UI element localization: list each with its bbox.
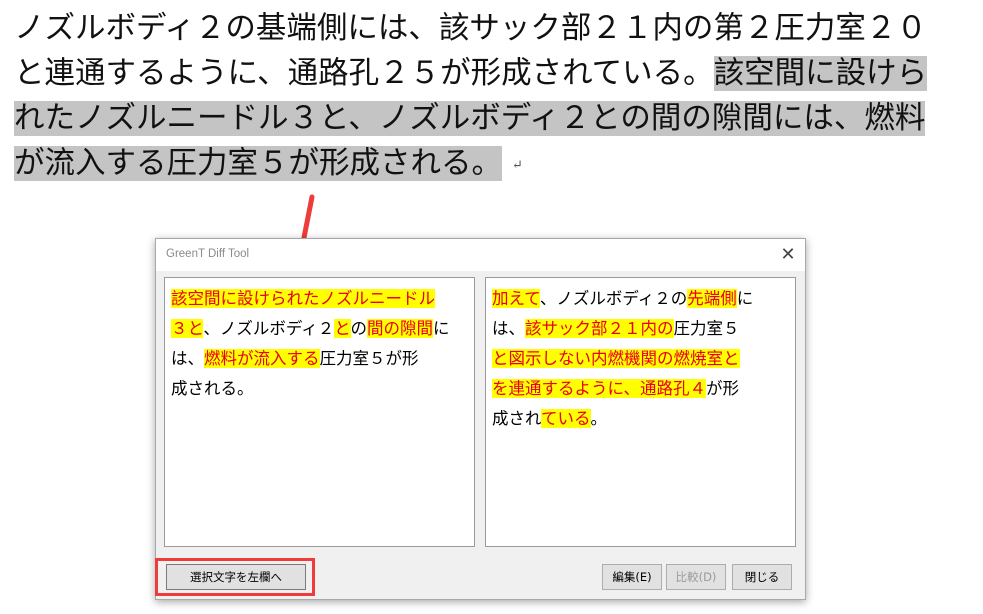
diff-highlight: 該サック部２１内の: [525, 319, 674, 338]
right-text-pane[interactable]: 加えて、ノズルボディ２の先端側に は、該サック部２１内の圧力室５ と図示しない内燃機…: [485, 277, 796, 547]
diff-text: 。: [590, 409, 608, 428]
dialog-titlebar: GreenT Diff Tool ✕: [156, 239, 805, 271]
close-icon[interactable]: ✕: [777, 244, 799, 266]
diff-text: に: [433, 319, 450, 338]
diff-highlight: 間の隙間: [367, 319, 434, 338]
pane-line: 成されている。: [492, 404, 791, 434]
diff-highlight: 先端側: [687, 289, 737, 308]
diff-text: 成され: [492, 409, 542, 428]
diff-text: は、: [171, 349, 204, 368]
pane-line: ３と、ノズルボディ２との間の隙間に: [171, 314, 470, 344]
diff-highlight: と: [334, 319, 351, 338]
diff-highlight: 加えて: [492, 289, 540, 308]
pane-line: を連通するように、通路孔４が形: [492, 374, 791, 404]
dialog-title: GreenT Diff Tool: [166, 248, 250, 260]
edit-button[interactable]: 編集(E): [602, 564, 662, 590]
close-button[interactable]: 閉じる: [732, 564, 792, 590]
diff-text: が形: [706, 379, 740, 398]
left-text-pane[interactable]: 該空間に設けられたノズルニードル ３と、ノズルボディ２との間の隙間に は、燃料が流入…: [164, 277, 475, 547]
pane-line: は、該サック部２１内の圧力室５: [492, 314, 791, 344]
diff-text: 成される。: [171, 379, 254, 398]
diff-text: の: [350, 319, 368, 338]
pane-line: と図示しない内燃機関の燃焼室と: [492, 344, 791, 374]
diff-highlight: 燃料が流入する: [204, 349, 320, 368]
diff-text: 圧力室５が形: [319, 349, 419, 368]
pane-line: 加えて、ノズルボディ２の先端側に: [492, 284, 791, 314]
diff-highlight: を連通するように、通路孔４: [492, 379, 707, 398]
annotation-highlight-box: [155, 558, 315, 596]
diff-text: は、: [492, 319, 525, 338]
diff-dialog: GreenT Diff Tool ✕ 該空間に設けられたノズルニードル ３と、ノズ…: [155, 238, 806, 600]
pane-line: 該空間に設けられたノズルニードル: [171, 284, 470, 314]
pane-line: 成される。: [171, 374, 470, 404]
diff-text: 圧力室５: [673, 319, 740, 338]
pane-line: は、燃料が流入する圧力室５が形: [171, 344, 470, 374]
diff-highlight: と図示しない内燃機関の燃焼室と: [492, 349, 740, 368]
diff-text: 、ノズルボディ２: [203, 319, 335, 338]
diff-highlight: 該空間に設けられたノズルニードル: [171, 289, 435, 308]
diff-text: に: [736, 289, 754, 308]
diff-highlight: ている: [541, 409, 591, 428]
compare-button[interactable]: 比較(D): [666, 564, 726, 590]
diff-text: 、ノズルボディ２の: [539, 289, 688, 308]
diff-highlight: ３と: [171, 319, 204, 338]
